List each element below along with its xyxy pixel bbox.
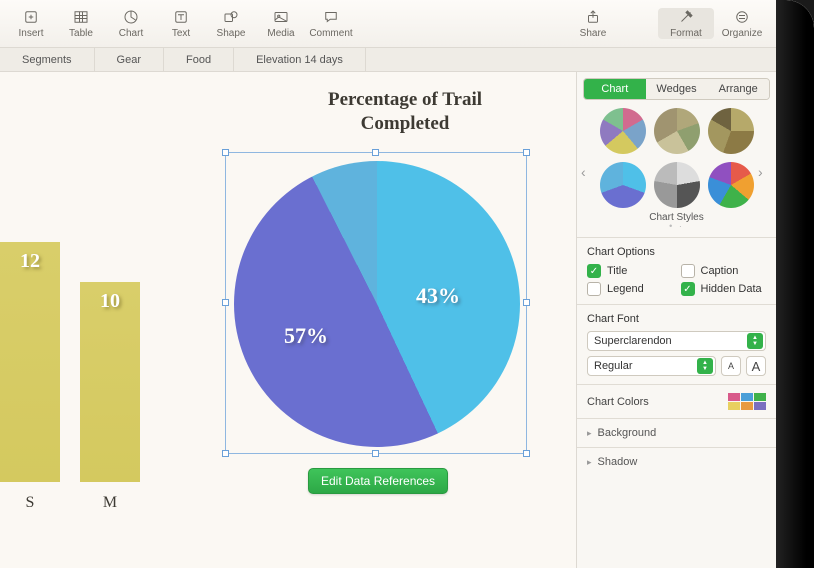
organize-button[interactable]: Organize [714,8,770,39]
canvas[interactable]: 12 10 S M Percentage of Trail Completed … [0,72,576,568]
resize-handle[interactable] [523,299,530,306]
pie-chart[interactable] [234,161,520,447]
chart-button[interactable]: Chart [106,8,156,39]
shape-button[interactable]: Shape [206,8,256,39]
inspector-tab-wedges[interactable]: Wedges [646,79,708,99]
table-button[interactable]: Table [56,8,106,39]
font-weight-select[interactable]: Regular▲▼ [587,356,716,376]
bar-value-m: 10 [80,290,140,313]
sheet-tab-gear[interactable]: Gear [95,48,164,71]
chart-colors-button[interactable] [728,393,766,410]
app-window: Insert Table Chart Text Shape Media Comm… [0,0,776,568]
font-family-select[interactable]: Superclarendon▲▼ [587,331,766,351]
chart-colors-section: Chart Colors [577,384,776,418]
chart-options-heading: Chart Options [587,246,766,258]
edit-data-references-button[interactable]: Edit Data References [308,468,448,494]
styles-next-button[interactable]: › [758,164,772,178]
axis-label-m: M [80,494,140,512]
font-smaller-button[interactable]: A [721,356,741,376]
resize-handle[interactable] [372,149,379,156]
chart-style-2[interactable] [654,108,700,154]
resize-handle[interactable] [372,450,379,457]
comment-button[interactable]: Comment [306,8,356,39]
axis-label-s: S [0,494,60,512]
resize-handle[interactable] [222,149,229,156]
resize-handle[interactable] [523,450,530,457]
bar-value-s: 12 [0,250,60,273]
chart-style-4[interactable] [600,162,646,208]
toolbar: Insert Table Chart Text Shape Media Comm… [0,0,776,48]
caption-checkbox[interactable]: Caption [681,264,767,278]
sheet-tab-elevation[interactable]: Elevation 14 days [234,48,366,71]
hidden-data-checkbox[interactable]: ✓Hidden Data [681,282,767,296]
chart-colors-label: Chart Colors [587,396,649,408]
title-checkbox[interactable]: ✓Title [587,264,673,278]
pie-label-b: 57% [284,323,328,349]
inspector-tab-arrange[interactable]: Arrange [707,79,769,99]
bar-s: 12 [0,242,60,482]
chart-style-5[interactable] [654,162,700,208]
sheet-tabs: Segments Gear Food Elevation 14 days [0,48,776,72]
resize-handle[interactable] [523,149,530,156]
resize-handle[interactable] [222,450,229,457]
format-button[interactable]: Format [658,8,714,39]
pie-chart-selection[interactable]: 43% 57% [225,152,527,454]
bar-m: 10 [80,282,140,482]
styles-page-dots: • · [577,223,776,229]
background-disclosure[interactable]: ▸Background [577,418,776,447]
text-button[interactable]: Text [156,8,206,39]
media-button[interactable]: Media [256,8,306,39]
bar-chart-partial: 12 10 S M [0,132,140,532]
sheet-tab-food[interactable]: Food [164,48,234,71]
chart-title[interactable]: Percentage of Trail Completed [305,88,505,136]
font-larger-button[interactable]: A [746,356,766,376]
inspector-tab-chart[interactable]: Chart [584,79,646,99]
chart-style-3[interactable] [708,108,754,154]
format-inspector: Chart Wedges Arrange ‹ › Chart Styles • … [576,72,776,568]
device-bezel [776,0,814,568]
chart-font-heading: Chart Font [587,313,766,325]
shadow-disclosure[interactable]: ▸Shadow [577,447,776,476]
inspector-tabs: Chart Wedges Arrange [583,78,770,100]
share-button[interactable]: Share [568,8,618,39]
pie-label-a: 43% [416,283,460,309]
chart-font-section: Chart Font Superclarendon▲▼ Regular▲▼ A … [577,304,776,384]
resize-handle[interactable] [222,299,229,306]
chart-style-1[interactable] [600,108,646,154]
styles-prev-button[interactable]: ‹ [581,164,595,178]
legend-checkbox[interactable]: Legend [587,282,673,296]
chart-styles: ‹ › Chart Styles • · [577,104,776,237]
insert-button[interactable]: Insert [6,8,56,39]
chart-options-section: Chart Options ✓Title Caption Legend ✓Hid… [577,237,776,304]
chart-style-6[interactable] [708,162,754,208]
sheet-tab-segments[interactable]: Segments [0,48,95,71]
